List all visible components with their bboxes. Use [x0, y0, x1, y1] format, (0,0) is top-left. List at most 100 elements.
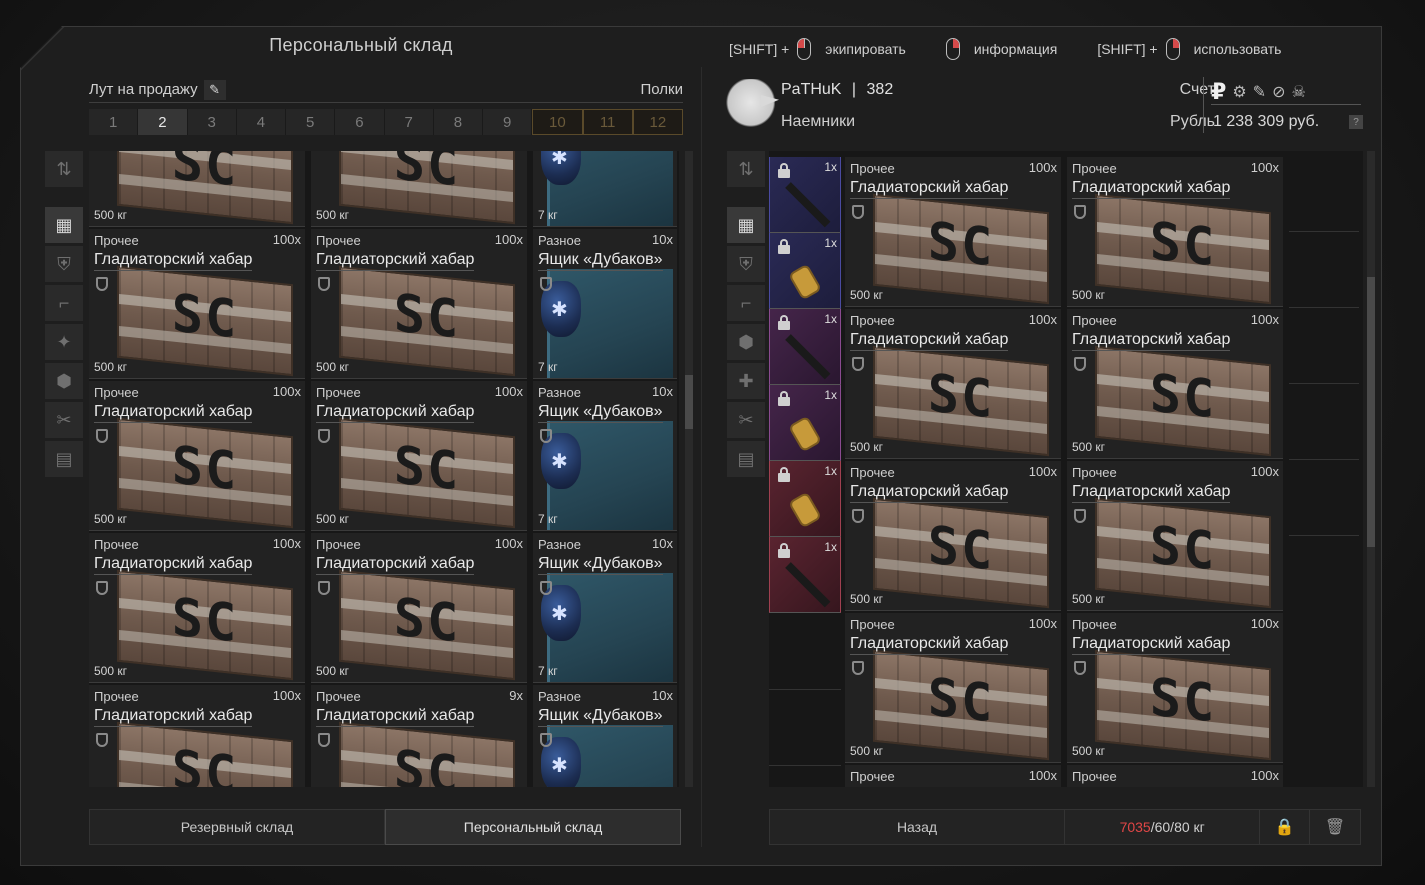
item-cell[interactable]: SC Прочее 100x Гладиаторский хабар 500 кг [845, 461, 1061, 611]
item-cell[interactable]: Разное 10x Ящик «Дубаков» 7 кг [533, 381, 677, 531]
gladiator-crate-image: SC [1095, 193, 1271, 305]
gladiator-crate-image: SC [117, 265, 293, 377]
sort-icon[interactable]: ⇅ [727, 151, 765, 187]
trash-icon[interactable]: 🗑 [1310, 810, 1360, 844]
item-name: Гладиаторский хабар [1072, 635, 1231, 655]
item-cell[interactable]: SC Прочее 100x Гладиаторский хабар 500 кг [1067, 613, 1283, 763]
weapon-slot[interactable]: 1x [769, 233, 841, 309]
lock-icon [778, 391, 790, 406]
shelf-tab-10[interactable]: 10 [532, 109, 583, 135]
item-cell[interactable]: SC Прочее 100x Гладиаторский хабар 500 кг [311, 533, 527, 683]
right-scroll-thumb[interactable] [1367, 277, 1375, 547]
shield-icon [540, 277, 552, 291]
item-cell[interactable]: 7 кг [533, 151, 677, 227]
item-weight: 500 кг [1072, 592, 1105, 606]
weapon-slot[interactable]: 1x [769, 537, 841, 613]
item-cell[interactable]: SC Прочее 100x Гладиаторский хабар 500 кг [1067, 157, 1283, 307]
weapon-slot[interactable]: 1x [769, 461, 841, 537]
shield-icon [852, 509, 864, 523]
shelf-tab-8[interactable]: 8 [433, 109, 483, 135]
currency-2-icon[interactable]: ⊘ [1272, 82, 1285, 102]
shelf-tab-9[interactable]: 9 [483, 109, 533, 135]
shelf-tab-2[interactable]: 2 [138, 109, 188, 135]
item-cell[interactable]: SCПрочее100x [845, 765, 1061, 787]
shelf-tab-6[interactable]: 6 [335, 109, 385, 135]
ruble-icon[interactable]: ₽ [1211, 79, 1226, 105]
item-cell[interactable]: Разное 10x Ящик «Дубаков» 7 кг [533, 229, 677, 379]
item-quantity: 100x [1028, 464, 1057, 479]
shelves-label: Полки [640, 81, 684, 98]
filter-6-icon[interactable]: ▤ [45, 441, 83, 477]
reserve-storage-button[interactable]: Резервный склад [89, 809, 385, 845]
item-cell[interactable]: SC Прочее 100x Гладиаторский хабар 500 кг [845, 309, 1061, 459]
personal-storage-button[interactable]: Персональный склад [385, 809, 681, 845]
filter-5-icon[interactable]: ✂ [45, 402, 83, 438]
shelf-tab-12[interactable]: 12 [632, 109, 683, 135]
left-scrollbar[interactable] [685, 151, 693, 787]
currency-1-icon[interactable]: ✎ [1253, 82, 1266, 102]
back-button[interactable]: Назад [770, 810, 1065, 844]
item-cell[interactable]: SC Прочее 100x Гладиаторский хабар 500 кг [89, 229, 305, 379]
item-cell[interactable]: SCПрочее100x [1067, 765, 1283, 787]
item-category: Разное [538, 385, 581, 400]
shelf-tab-7[interactable]: 7 [384, 109, 434, 135]
shelf-tab-3[interactable]: 3 [187, 109, 237, 135]
left-scroll-thumb[interactable] [685, 375, 693, 429]
filter-1-icon[interactable]: ⛨ [727, 246, 765, 282]
item-cell[interactable]: Разное 10x Ящик «Дубаков» 7 кг [533, 533, 677, 683]
weapon-slot[interactable]: 1x [769, 385, 841, 461]
item-quantity: 100x [494, 384, 523, 399]
filter-2-icon[interactable]: ⌐ [45, 285, 83, 321]
item-cell[interactable]: SC Прочее 9x Гладиаторский хабар [311, 685, 527, 787]
crate-logo: SC [1149, 515, 1217, 583]
filter-0-icon[interactable]: ▦ [45, 207, 83, 243]
ammo-image [790, 418, 820, 450]
crate-logo: SC [927, 211, 995, 279]
item-cell[interactable]: SC 500 кг [311, 151, 527, 227]
item-category: Прочее [316, 537, 361, 552]
filter-0-icon[interactable]: ▦ [727, 207, 765, 243]
item-cell[interactable]: SC Прочее 100x Гладиаторский хабар 500 кг [1067, 309, 1283, 459]
filter-4-icon[interactable]: ⬢ [45, 363, 83, 399]
item-cell[interactable]: SC 500 кг [89, 151, 305, 227]
shelf-tab-1[interactable]: 1 [89, 109, 139, 135]
item-quantity: 10x [652, 384, 673, 399]
item-name: Гладиаторский хабар [94, 403, 253, 423]
filter-3-icon[interactable]: ⬢ [727, 324, 765, 360]
shelf-tab-11[interactable]: 11 [582, 109, 633, 135]
item-cell[interactable]: SC Прочее 100x Гладиаторский хабар 500 кг [311, 229, 527, 379]
left-filter-sidebar: ⇅ ▦ ⛨ ⌐ ✦ ⬢ ✂ ▤ [45, 151, 83, 477]
currency-3-icon[interactable]: ☠ [1291, 82, 1305, 102]
item-cell[interactable]: SC Прочее 100x Гладиаторский хабар 500 кг [89, 533, 305, 683]
currency-0-icon[interactable]: ⚙ [1232, 82, 1246, 102]
item-cell[interactable]: SC Прочее 100x Гладиаторский хабар 500 кг [89, 381, 305, 531]
filter-5-icon[interactable]: ✂ [727, 402, 765, 438]
shelf-tab-5[interactable]: 5 [286, 109, 336, 135]
edit-shelf-name-button[interactable]: ✎ [203, 79, 226, 100]
filter-2-icon[interactable]: ⌐ [727, 285, 765, 321]
item-cell[interactable]: SC Прочее 100x Гладиаторский хабар 500 кг [845, 613, 1061, 763]
item-quantity: 100x [1028, 312, 1057, 327]
filter-3-icon[interactable]: ✦ [45, 324, 83, 360]
item-cell[interactable]: SC Прочее 100x Гладиаторский хабар 500 кг [1067, 461, 1283, 611]
weapon-slot[interactable]: 1x [769, 309, 841, 385]
shield-icon [852, 205, 864, 219]
right-scrollbar[interactable] [1367, 151, 1375, 787]
filter-1-icon[interactable]: ⛨ [45, 246, 83, 282]
sort-icon[interactable]: ⇅ [45, 151, 83, 187]
item-cell[interactable]: SC Прочее 100x Гладиаторский хабар [89, 685, 305, 787]
item-cell[interactable]: SC Прочее 100x Гладиаторский хабар 500 кг [311, 381, 527, 531]
gladiator-crate-image: SC [1095, 345, 1271, 457]
shelf-name-text: Лут на продажу [89, 81, 198, 98]
help-icon[interactable]: ? [1349, 115, 1363, 129]
item-name: Гладиаторский хабар [850, 179, 1009, 199]
filter-4-icon[interactable]: ✚ [727, 363, 765, 399]
lock-icon[interactable]: 🔒 [1260, 810, 1311, 844]
filter-6-icon[interactable]: ▤ [727, 441, 765, 477]
item-cell[interactable]: Разное 10x Ящик «Дубаков» [533, 685, 677, 787]
item-quantity: 100x [272, 384, 301, 399]
weapon-slot[interactable]: 1x [769, 157, 841, 233]
item-cell[interactable]: SC Прочее 100x Гладиаторский хабар 500 кг [845, 157, 1061, 307]
shelf-tab-4[interactable]: 4 [236, 109, 286, 135]
